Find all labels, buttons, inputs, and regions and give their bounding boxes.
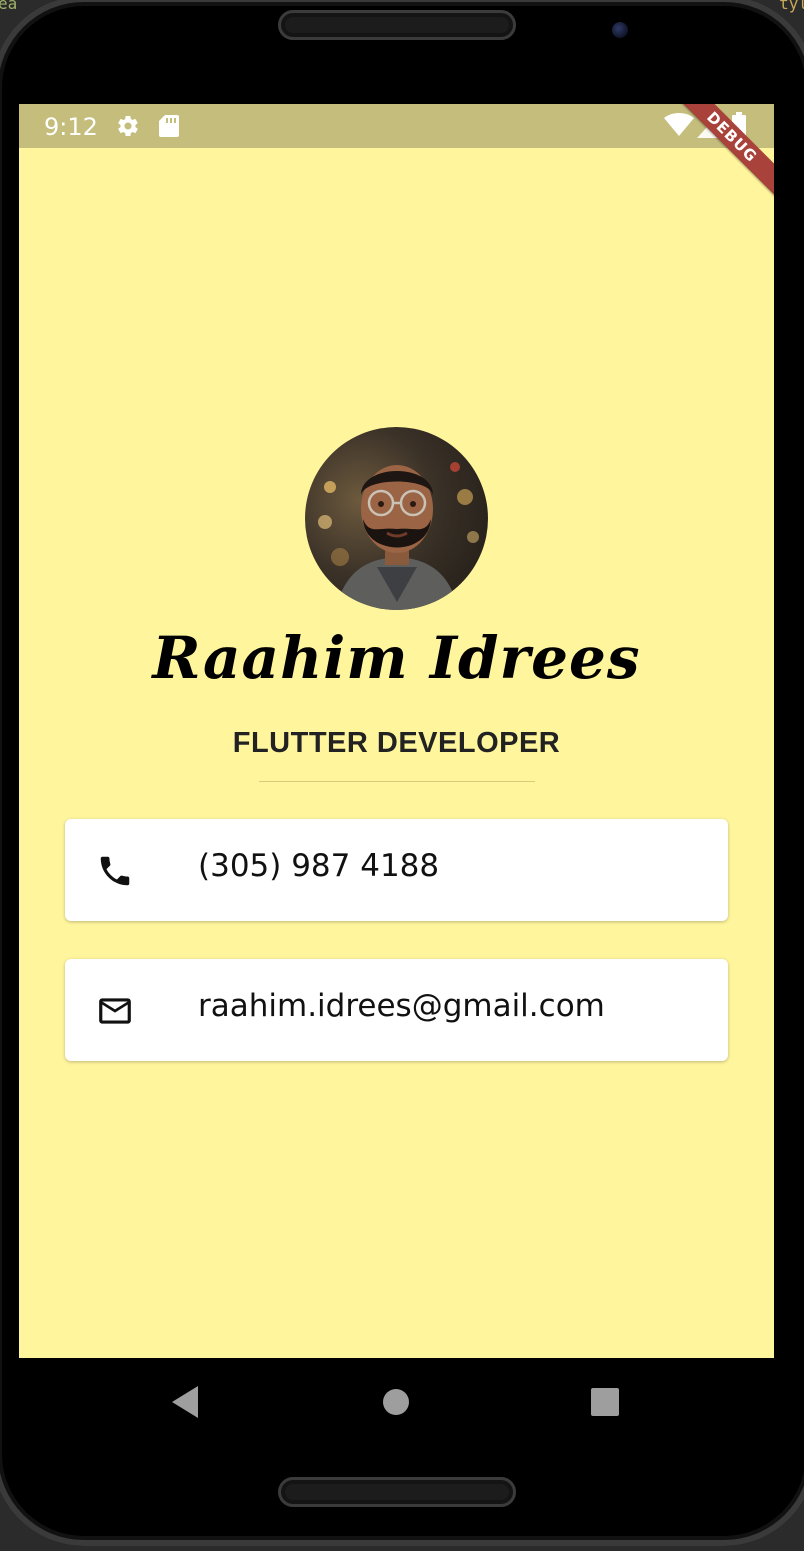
back-icon[interactable] — [172, 1386, 200, 1423]
status-time: 9:12 — [44, 113, 98, 141]
front-camera — [612, 22, 628, 38]
settings-icon — [116, 114, 140, 143]
phone-card[interactable]: (305) 987 4188 — [65, 819, 728, 921]
email-address: raahim.idrees@gmail.com — [198, 988, 605, 1024]
recents-icon[interactable] — [591, 1388, 619, 1421]
earpiece-speaker — [278, 10, 516, 40]
divider — [259, 781, 535, 782]
mail-icon — [96, 992, 134, 1030]
ide-code-fragment-left: ea — [0, 0, 18, 13]
profile-name: Raahim Idrees — [152, 624, 641, 692]
wifi-icon — [664, 113, 694, 142]
bottom-speaker — [278, 1477, 516, 1507]
sd-card-icon — [158, 114, 180, 143]
phone-icon — [96, 852, 134, 890]
phone-number: (305) 987 4188 — [198, 848, 440, 884]
avatar — [305, 427, 488, 610]
profile-title: FLUTTER DEVELOPER — [232, 727, 561, 759]
home-icon[interactable] — [382, 1388, 410, 1421]
navigation-bar — [19, 1358, 774, 1446]
status-bar: 9:12 — [19, 104, 774, 148]
ide-code-fragment-right: tyl — [779, 0, 804, 13]
app-screen: 9:12 DEBUG Raahim Idrees FLUTTER DEVELOP… — [19, 104, 774, 1358]
email-card[interactable]: raahim.idrees@gmail.com — [65, 959, 728, 1061]
emulator-stage: ea tyl 9:12 DEBUG Raahim Idrees FLUTTER … — [0, 0, 804, 1551]
